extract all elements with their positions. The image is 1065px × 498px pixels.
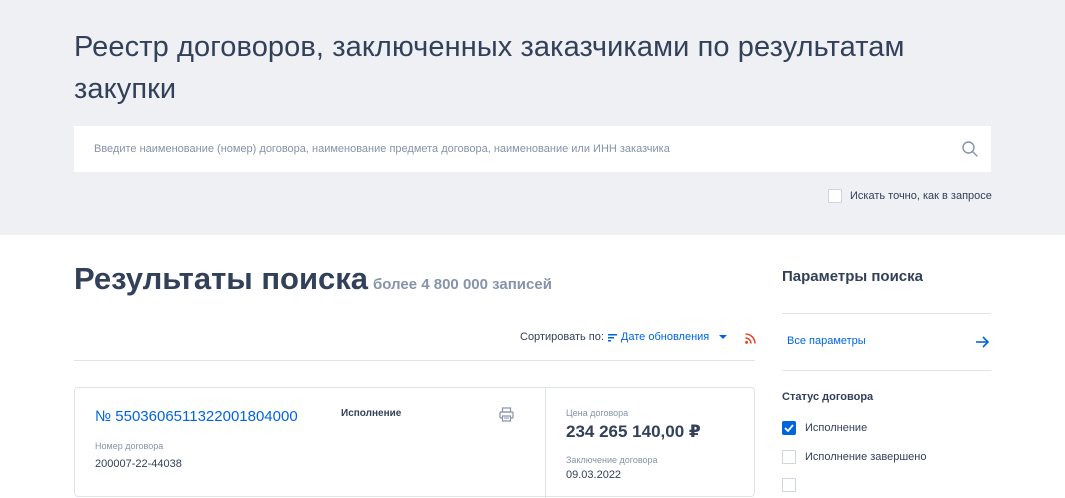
exact-search-label: Искать точно, как в запросе (850, 190, 992, 202)
results-title: Результаты поиска (74, 261, 369, 296)
divider (782, 313, 991, 314)
exact-search-checkbox[interactable] (828, 189, 842, 203)
chevron-down-icon[interactable] (719, 334, 728, 340)
divider (782, 370, 991, 371)
contract-number-link[interactable]: № 5503606511322001804000 (95, 408, 298, 425)
contract-card: № 5503606511322001804000 Исполнение Номе… (74, 387, 755, 498)
price-value: 234 265 140,00 ₽ (566, 422, 701, 441)
status-option-completed[interactable]: Исполнение завершено (782, 450, 927, 464)
contract-number-value: 200007-22-44038 (95, 458, 182, 470)
status-option-label: Исполнение завершено (805, 451, 927, 463)
page-header: Реестр договоров, заключенных заказчикам… (0, 0, 1065, 235)
search-input[interactable] (74, 126, 944, 172)
status-checkbox-checked[interactable] (782, 421, 796, 435)
price-label: Цена договора (566, 408, 629, 418)
contract-status: Исполнение (341, 408, 402, 419)
status-checkbox[interactable] (782, 450, 796, 464)
sidebar-title: Параметры поиска (782, 268, 923, 285)
exact-search-option[interactable]: Искать точно, как в запросе (828, 189, 992, 203)
status-checkbox[interactable] (782, 478, 796, 492)
status-filter-title: Статус договора (782, 391, 874, 403)
sort-control: Сортировать по: Дате обновления (520, 331, 728, 343)
conclusion-date: 09.03.2022 (566, 469, 622, 481)
conclusion-label: Заключение договора (566, 455, 658, 465)
divider (74, 360, 755, 361)
rss-icon[interactable] (745, 333, 756, 344)
status-option-execution[interactable]: Исполнение (782, 421, 867, 435)
status-option-label: Исполнение (805, 422, 868, 434)
all-params-link[interactable]: Все параметры (787, 335, 866, 347)
arrow-right-icon[interactable] (975, 335, 990, 349)
card-divider (545, 388, 546, 498)
sort-label: Сортировать по: (520, 331, 604, 343)
sort-dropdown[interactable]: Дате обновления (621, 331, 709, 343)
results-count: более 4 800 000 записей (373, 276, 552, 293)
contract-number-label: Номер договора (95, 441, 164, 451)
print-icon[interactable] (499, 407, 514, 422)
check-icon (784, 424, 794, 432)
status-option-more[interactable] (782, 478, 796, 492)
search-icon[interactable] (961, 140, 979, 158)
search-box (74, 126, 991, 172)
sort-icon (607, 333, 617, 341)
page-title: Реестр договоров, заключенных заказчикам… (74, 31, 905, 105)
